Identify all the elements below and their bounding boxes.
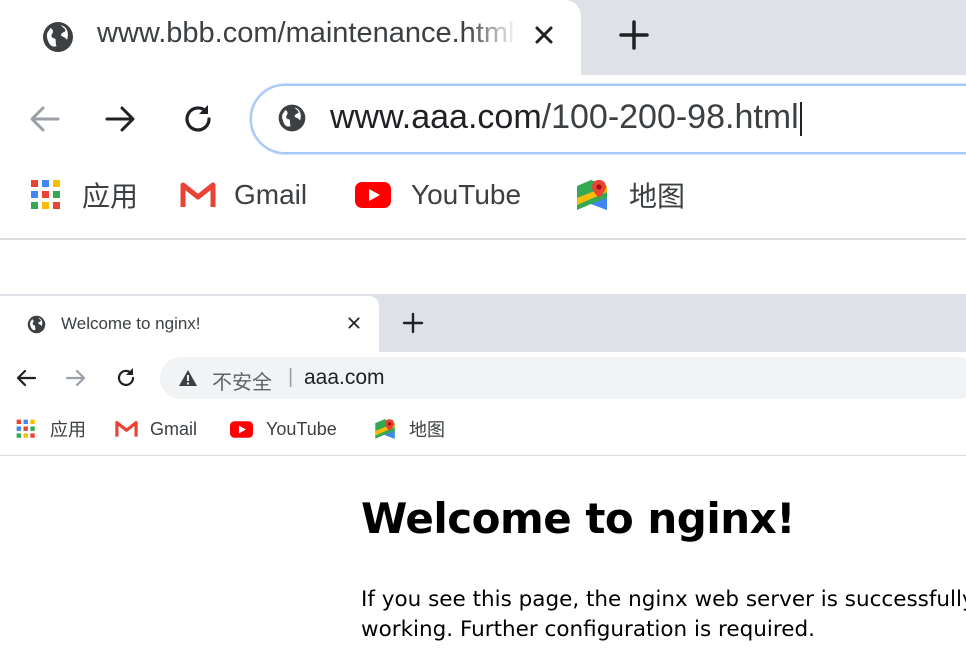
- plus-icon[interactable]: [614, 15, 654, 55]
- divider: [0, 455, 966, 456]
- bookmark-apps[interactable]: 应用: [30, 175, 138, 215]
- bookmark-label: 地图: [629, 181, 686, 212]
- globe-icon[interactable]: [276, 102, 308, 134]
- globe-icon: [26, 314, 47, 335]
- arrow-left-icon[interactable]: [14, 366, 38, 390]
- separator: |: [288, 366, 294, 388]
- warning-icon[interactable]: [178, 368, 198, 388]
- bookmark-apps[interactable]: 应用: [16, 416, 86, 442]
- bookmark-label: YouTube: [411, 179, 522, 210]
- tab-title: Welcome to nginx!: [61, 314, 201, 333]
- globe-icon: [40, 19, 76, 55]
- gmail-icon: [180, 181, 216, 209]
- plus-icon[interactable]: [401, 311, 425, 335]
- bookmark-label: 应用: [82, 181, 139, 212]
- bookmark-maps[interactable]: 地图: [575, 175, 685, 215]
- tab-title: www.bbb.com/maintenance.html: [97, 17, 515, 49]
- arrow-left-icon[interactable]: [26, 100, 64, 138]
- page-paragraph: If you see this page, the nginx web serv…: [361, 585, 966, 645]
- close-icon[interactable]: [343, 312, 365, 334]
- address-bar-url[interactable]: aaa.com: [304, 366, 385, 390]
- apps-grid-icon: [16, 419, 36, 439]
- divider: [0, 238, 966, 240]
- address-bar[interactable]: [160, 357, 966, 399]
- url-path: /100-200-98.html: [541, 98, 799, 136]
- bookmark-youtube[interactable]: YouTube: [230, 416, 337, 442]
- bookmark-label: 地图: [409, 420, 445, 440]
- bookmark-youtube[interactable]: YouTube: [355, 175, 521, 215]
- gmail-icon: [115, 420, 138, 438]
- close-icon[interactable]: [527, 18, 561, 52]
- page-title: Welcome to nginx!: [361, 494, 795, 543]
- youtube-icon: [355, 182, 391, 208]
- apps-grid-icon: [30, 179, 62, 211]
- bookmark-gmail[interactable]: Gmail: [180, 175, 307, 215]
- url-host: www.aaa.com: [330, 98, 542, 136]
- bookmark-label: Gmail: [150, 418, 198, 439]
- text-caret: [799, 102, 802, 137]
- youtube-icon: [230, 420, 253, 438]
- arrow-right-icon[interactable]: [64, 366, 88, 390]
- reload-icon[interactable]: [179, 100, 217, 138]
- bookmark-label: Gmail: [234, 179, 308, 210]
- paragraph-line: working. Further configuration is requir…: [361, 617, 815, 642]
- paragraph-line: If you see this page, the nginx web serv…: [361, 587, 966, 612]
- security-status-label[interactable]: 不安全: [212, 366, 272, 395]
- bookmark-label: 应用: [50, 420, 86, 440]
- bookmark-gmail[interactable]: Gmail: [115, 416, 197, 442]
- bookmark-maps[interactable]: 地图: [374, 416, 445, 442]
- maps-icon: [575, 178, 609, 212]
- arrow-right-icon[interactable]: [101, 100, 139, 138]
- reload-icon[interactable]: [114, 366, 138, 390]
- address-bar-url[interactable]: www.aaa.com/100-200-98.html: [330, 98, 802, 137]
- maps-icon: [374, 418, 396, 440]
- bookmark-label: YouTube: [266, 418, 337, 439]
